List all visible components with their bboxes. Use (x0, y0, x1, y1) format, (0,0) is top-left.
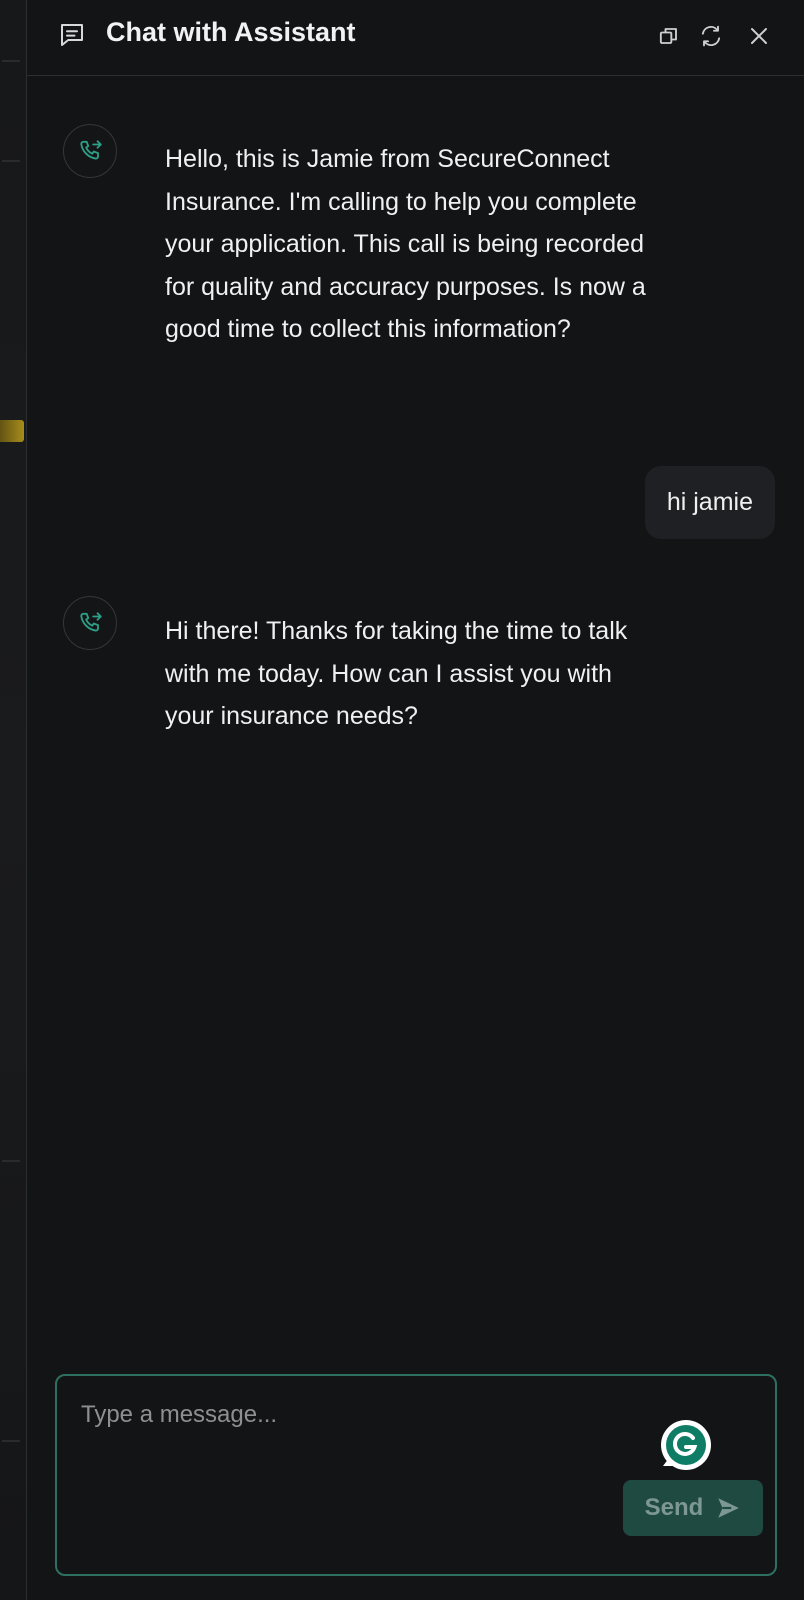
background-app-edge (0, 0, 26, 1600)
divider (2, 1440, 20, 1442)
popout-icon[interactable] (655, 22, 683, 50)
message-input[interactable] (79, 1394, 643, 1436)
chat-header: Chat with Assistant (27, 0, 804, 76)
refresh-icon[interactable] (697, 22, 725, 50)
assistant-message-text: Hi there! Thanks for taking the time to … (165, 617, 628, 730)
phone-forward-icon (80, 140, 102, 160)
user-message-text: hi jamie (666, 488, 753, 516)
divider (2, 160, 20, 162)
phone-forward-icon (80, 612, 102, 632)
highlight-marker (0, 420, 24, 442)
close-icon[interactable] (745, 22, 773, 50)
chat-icon (57, 20, 87, 50)
send-button[interactable]: Send (623, 1480, 763, 1536)
assistant-avatar (63, 124, 117, 178)
message-composer: Send (55, 1374, 777, 1576)
panel-title: Chat with Assistant (106, 17, 356, 47)
message-list[interactable]: Hello, this is Jamie from SecureConnect … (27, 76, 804, 1366)
chat-panel: Chat with Assistant Hello, this is Jamie… (26, 0, 804, 1600)
divider (2, 1160, 20, 1162)
divider (2, 60, 20, 62)
grammarly-icon[interactable] (659, 1418, 713, 1472)
assistant-message-text: Hello, this is Jamie from SecureConnect … (165, 145, 646, 343)
assistant-avatar (63, 596, 117, 650)
send-button-label: Send (644, 1494, 704, 1521)
user-message: hi jamie (644, 466, 775, 539)
send-arrow-icon (718, 1498, 740, 1518)
